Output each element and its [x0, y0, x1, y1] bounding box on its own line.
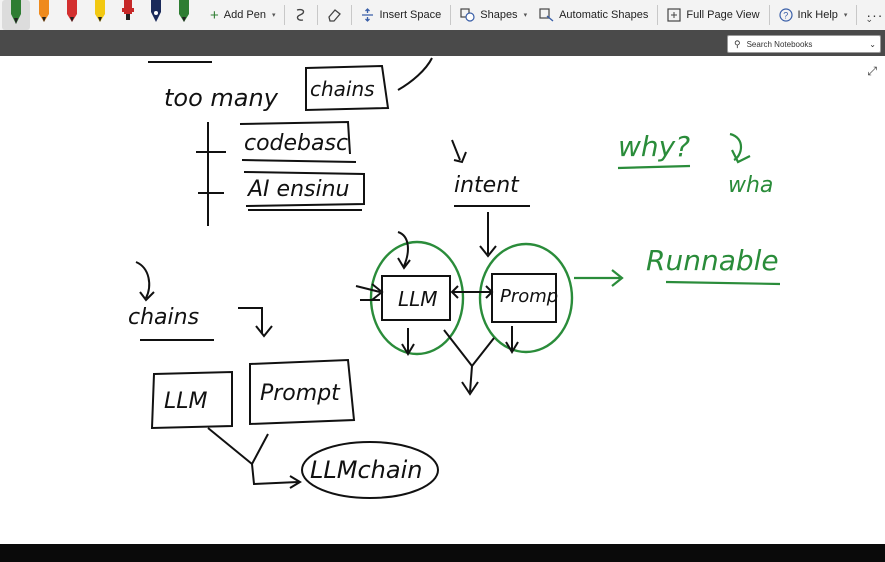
red-pen[interactable]	[58, 0, 86, 30]
bottom-bar	[0, 544, 885, 562]
full-page-icon	[667, 8, 681, 22]
yellow-pen[interactable]	[86, 0, 114, 30]
note-canvas[interactable]: ⤢ too many chains codebasc AI ensinu int…	[0, 56, 885, 544]
ink-llm-box: LLM	[398, 287, 438, 311]
ink-chains-mid: chains	[128, 305, 199, 330]
ink-help-label: Ink Help	[797, 9, 838, 21]
full-page-view-button[interactable]: Full Page View	[661, 2, 765, 28]
ribbon-toolbar: + Add Pen ▾ Insert Space Shapes ▾ Automa…	[0, 0, 885, 31]
ink-wha: wha	[728, 173, 773, 198]
add-pen-button[interactable]: + Add Pen ▾	[204, 2, 281, 28]
ink-prompt-box: Promp	[500, 286, 558, 307]
separator	[856, 5, 858, 25]
ink-llm-left: LLM	[164, 389, 208, 414]
green-pen-2[interactable]	[170, 0, 198, 30]
chevron-down-icon[interactable]: ⌄	[869, 40, 876, 49]
automatic-shapes-icon	[539, 8, 554, 22]
ink-prompt-left: Prompt	[260, 381, 341, 406]
separator	[657, 5, 659, 25]
full-page-view-label: Full Page View	[686, 9, 760, 21]
green-pen[interactable]	[2, 0, 30, 30]
separator	[351, 5, 353, 25]
search-placeholder: Search Notebooks	[746, 39, 813, 49]
plus-icon: +	[210, 6, 219, 24]
chevron-down-icon: ▾	[523, 12, 528, 19]
chevron-down-icon: ▾	[843, 12, 848, 19]
collapse-ribbon-icon[interactable]: ⌄	[865, 14, 873, 25]
ink-llmchain: LLMchain	[310, 456, 422, 484]
eraser-icon	[327, 8, 342, 22]
shapes-icon	[460, 8, 475, 22]
ink-codebase: codebasc	[244, 131, 348, 156]
insert-space-icon	[361, 8, 374, 22]
add-pen-label: Add Pen	[223, 9, 266, 21]
red-marker[interactable]	[114, 0, 142, 30]
insert-space-button[interactable]: Insert Space	[355, 2, 447, 28]
pen-gallery	[0, 0, 198, 30]
svg-text:?: ?	[783, 11, 788, 21]
ink-runnable: Runnable	[646, 244, 779, 277]
automatic-shapes-label: Automatic Shapes	[559, 9, 649, 21]
separator	[768, 5, 770, 25]
search-icon: ⚲	[734, 38, 741, 49]
shapes-button[interactable]: Shapes ▾	[454, 2, 533, 28]
ink-ai-engineer: AI ensinu	[246, 177, 349, 202]
shapes-label: Shapes	[480, 9, 518, 21]
separator	[450, 5, 452, 25]
ink-drawing: too many chains codebasc AI ensinu inten…	[128, 57, 781, 499]
ink-too-many: too many	[164, 84, 279, 112]
chevron-down-icon: ▾	[271, 12, 276, 19]
ink-why: why?	[618, 130, 690, 163]
automatic-shapes-button[interactable]: Automatic Shapes	[533, 2, 654, 28]
navy-pen[interactable]	[142, 0, 170, 30]
ink-intent: intent	[454, 173, 520, 198]
ink-chains-top: chains	[310, 77, 375, 101]
ink-help-button[interactable]: ? Ink Help ▾	[773, 2, 854, 28]
search-notebooks-input[interactable]: ⚲ Search Notebooks ⌄	[727, 35, 881, 53]
orange-pen[interactable]	[30, 0, 58, 30]
eraser-button[interactable]	[321, 2, 348, 28]
lasso-icon	[294, 8, 308, 22]
separator	[317, 5, 319, 25]
insert-space-label: Insert Space	[379, 9, 442, 21]
help-icon: ?	[778, 8, 793, 22]
lasso-select-button[interactable]	[288, 2, 314, 28]
separator	[284, 5, 286, 25]
